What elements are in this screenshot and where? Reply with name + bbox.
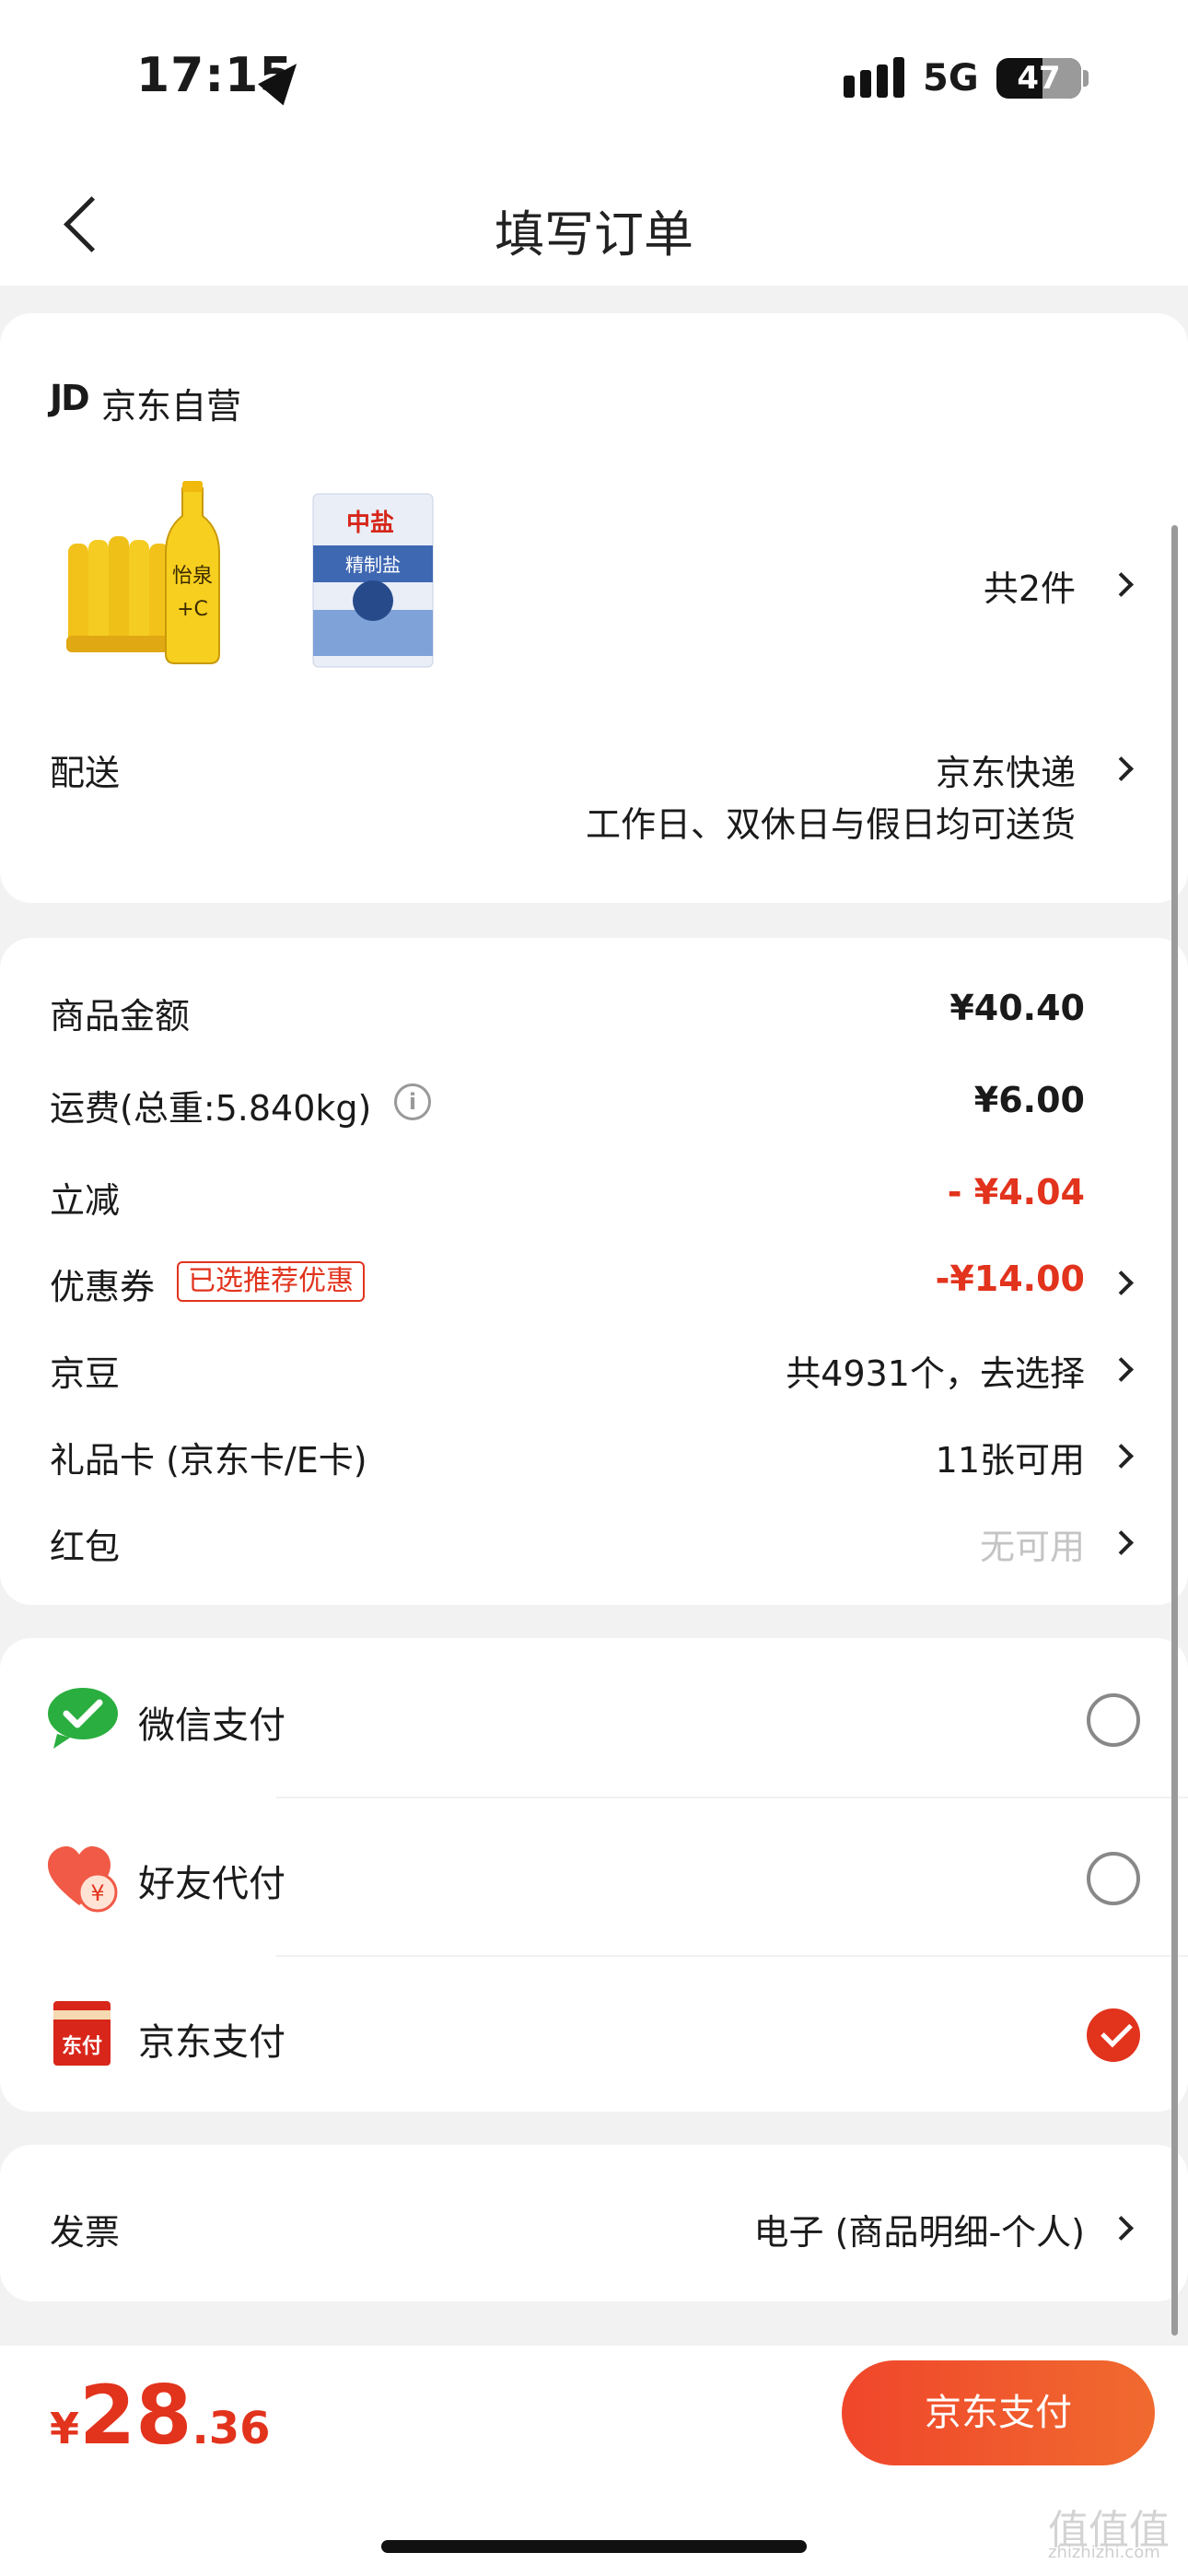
delivery-note: 工作日、双休日与假日均可送货 xyxy=(585,804,1076,845)
jingdou-label: 京豆 xyxy=(50,1353,121,1394)
home-indicator[interactable] xyxy=(381,2540,807,2553)
discount-label: 立减 xyxy=(50,1180,121,1221)
coupon-value[interactable]: -¥14.00 xyxy=(936,1259,1085,1299)
goods-amount-value: ¥40.40 xyxy=(949,988,1085,1028)
bottle-pack xyxy=(66,536,173,652)
battery-level: 47 xyxy=(1017,60,1061,97)
salt-brand: 中盐 xyxy=(346,509,394,537)
check-icon xyxy=(1101,2015,1133,2048)
delivery-label: 配送 xyxy=(50,753,121,793)
friend-pay-label: 好友代付 xyxy=(138,1863,285,1905)
signal-bar-icon xyxy=(877,64,888,98)
invoice-value[interactable]: 电子 (商品明细-个人) xyxy=(754,2204,1085,2254)
wechat-pay-radio[interactable] xyxy=(1087,1693,1140,1747)
delivery-carrier[interactable]: 京东快递 xyxy=(936,744,1076,795)
scrollbar[interactable] xyxy=(1171,525,1178,2336)
invoice-label: 发票 xyxy=(50,2212,121,2253)
shop-name: 京东自营 xyxy=(101,386,242,427)
redpacket-value[interactable]: 无可用 xyxy=(980,1518,1085,1569)
redpacket-label: 红包 xyxy=(50,1527,121,1567)
bottle-sub: +C xyxy=(177,598,208,621)
price-decimal: .36 xyxy=(192,2403,271,2454)
shipping-value: ¥6.00 xyxy=(973,1080,1085,1120)
friend-pay-yuan: ¥ xyxy=(90,1880,104,1906)
goods-amount-label: 商品金额 xyxy=(50,996,191,1036)
coupon-badge: 已选推荐优惠 xyxy=(177,1261,365,1302)
page-title: 填写订单 xyxy=(495,205,693,263)
wechat-pay-label: 微信支付 xyxy=(138,1704,285,1747)
jd-pay-label: 京东支付 xyxy=(138,2021,285,2064)
jd-logo: JD xyxy=(50,378,90,418)
salt-label: 精制盐 xyxy=(345,554,401,576)
friend-pay-radio[interactable] xyxy=(1087,1852,1140,1905)
shipping-label: 运费(总重:5.840kg) xyxy=(50,1088,372,1129)
pay-button[interactable]: 京东支付 xyxy=(842,2360,1155,2465)
giftcard-value[interactable]: 11张可用 xyxy=(936,1432,1085,1482)
coupon-label: 优惠券 xyxy=(50,1267,156,1307)
wechat-pay-icon xyxy=(48,1688,118,1749)
giftcard-label: 礼品卡 (京东卡/E卡) xyxy=(50,1440,367,1481)
battery-tip xyxy=(1083,70,1089,87)
signal-bar-icon xyxy=(844,76,855,98)
discount-value: - ¥4.04 xyxy=(947,1172,1085,1212)
jd-pay-icon: 东付 xyxy=(53,2001,111,2066)
jingdou-value[interactable]: 共4931个，去选择 xyxy=(786,1345,1085,1396)
total-price: ¥28.36 xyxy=(50,2368,271,2463)
friend-pay-heart-icon: ¥ xyxy=(48,1846,118,1913)
watermark-sub: zhizhizhi.com xyxy=(1048,2543,1160,2562)
signal-bar-icon xyxy=(893,57,904,98)
currency-symbol: ¥ xyxy=(50,2404,80,2453)
network-type: 5G xyxy=(923,57,979,100)
item-count[interactable]: 共2件 xyxy=(984,560,1076,611)
signal-bar-icon xyxy=(860,70,871,98)
info-icon[interactable]: i xyxy=(394,1083,431,1120)
jd-pay-radio-checked[interactable] xyxy=(1087,2008,1140,2062)
price-integer: 28 xyxy=(79,2368,192,2463)
battery-icon: 47 xyxy=(996,58,1081,99)
product-image-bottles[interactable]: 怡泉 +C xyxy=(61,479,245,673)
jd-pay-icon-text: 东付 xyxy=(62,2034,102,2058)
product-image-salt[interactable]: 中盐 精制盐 xyxy=(309,490,437,671)
bottle-label: 怡泉 xyxy=(172,565,213,588)
